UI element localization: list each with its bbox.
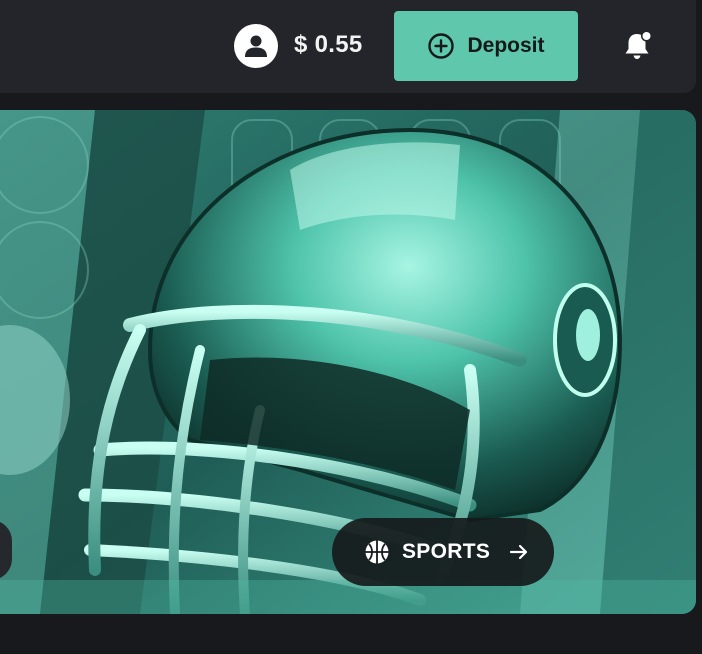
sports-category-button[interactable]: SPORTS — [332, 518, 554, 586]
basketball-icon — [365, 540, 389, 564]
sports-category-label: SPORTS — [402, 540, 491, 563]
arrow-right-icon — [510, 544, 528, 560]
deposit-label: Deposit — [467, 34, 545, 57]
plus-circle-icon — [428, 33, 455, 59]
wallet-balance[interactable]: $ 0.55 — [294, 30, 363, 60]
user-icon — [245, 35, 267, 57]
page-background-strip — [0, 614, 702, 654]
profile-avatar[interactable] — [234, 24, 278, 68]
bell-icon[interactable] — [620, 28, 656, 64]
top-bar: $ 0.55 Deposit — [0, 0, 696, 93]
deposit-button[interactable]: Deposit — [394, 11, 578, 81]
